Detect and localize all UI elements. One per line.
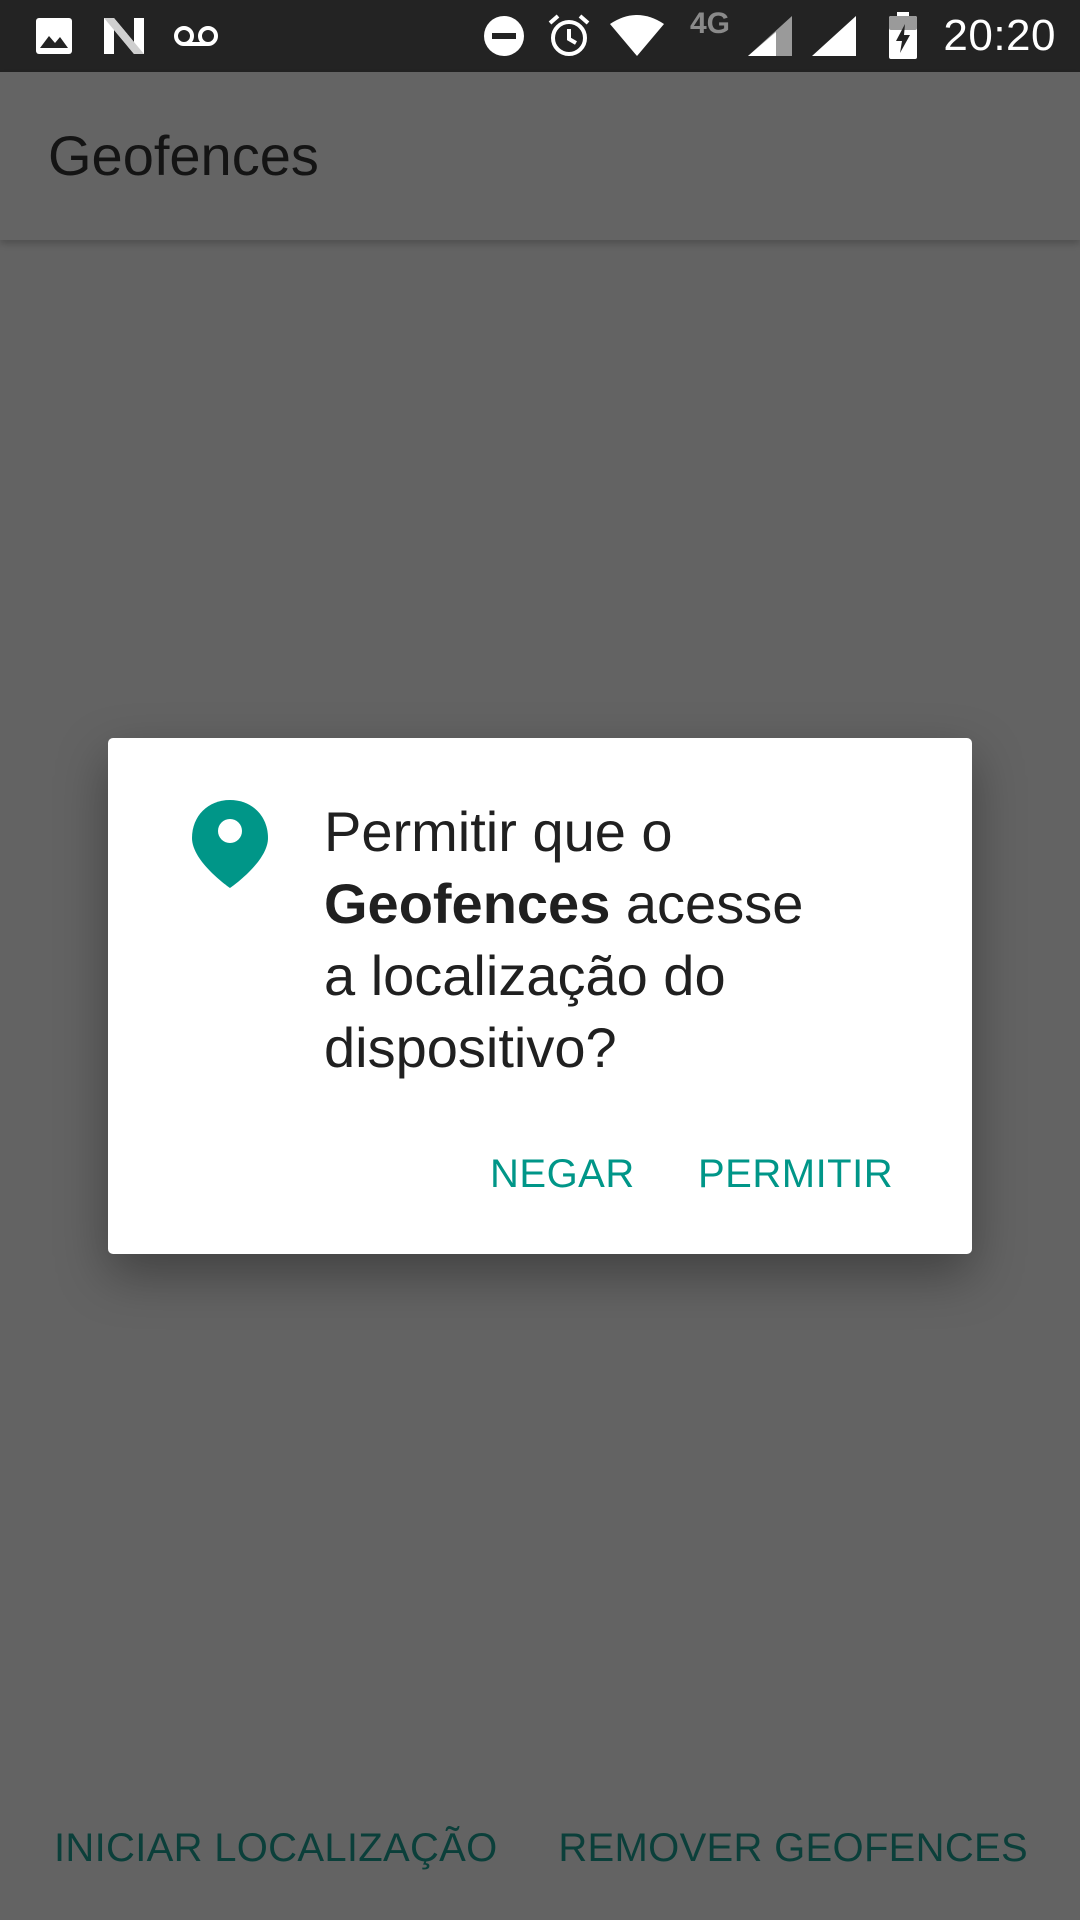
status-bar: 4G 20:20 [0,0,1080,72]
dialog-message: Permitir que o Geofences acesse a locali… [324,796,924,1084]
signal-icon [810,12,858,60]
app-bar: Geofences [0,72,1080,240]
signal-4g-icon [746,12,794,60]
dialog-message-line1: Permitir que o [324,800,673,863]
deny-button[interactable]: NEGAR [490,1138,635,1210]
wifi-icon [608,12,666,60]
alarm-icon [546,12,592,60]
location-pin-icon [190,798,270,890]
status-time: 20:20 [943,11,1056,60]
network-type-label: 4G [689,7,731,40]
dialog-message-line2: Geofences acesse [324,868,924,940]
app-title: Geofences [48,124,319,187]
permission-dialog: Permitir que o Geofences acesse a locali… [108,738,972,1254]
allow-button[interactable]: PERMITIR [698,1138,893,1210]
dialog-message-after-app: acesse [625,872,804,935]
voicemail-icon [172,12,220,60]
n-logo-icon [102,12,146,60]
image-icon [34,12,74,60]
dialog-message-line4: dispositivo? [324,1016,617,1079]
do-not-disturb-icon [482,12,526,60]
remove-geofences-button[interactable]: REMOVER GEOFENCES [558,1812,1028,1884]
dialog-app-name: Geofences [324,872,611,935]
start-location-button[interactable]: INICIAR LOCALIZAÇÃO [54,1812,498,1884]
dialog-message-line3: a localização do [324,944,726,1007]
battery-charging-icon [888,12,918,60]
